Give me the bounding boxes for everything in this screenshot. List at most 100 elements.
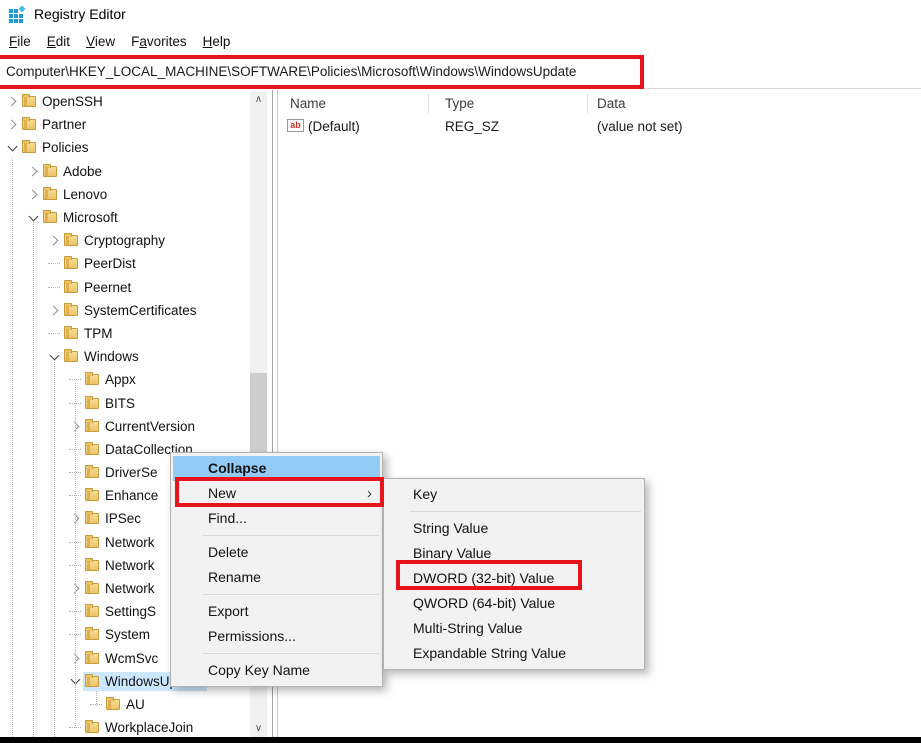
menu-bar: FileEditViewFavoritesHelp bbox=[0, 28, 921, 54]
chevron-right-icon[interactable] bbox=[69, 584, 79, 594]
context-menu-item-copy-key-name[interactable]: Copy Key Name bbox=[171, 658, 382, 683]
tree-node[interactable]: Lenovo bbox=[41, 185, 111, 204]
chevron-right-icon[interactable] bbox=[48, 305, 58, 315]
tree-node[interactable]: Peernet bbox=[62, 278, 135, 297]
folder-icon bbox=[85, 398, 99, 409]
context-menu-item-rename[interactable]: Rename bbox=[171, 565, 382, 590]
tree-node[interactable]: PeerDist bbox=[62, 254, 140, 273]
scroll-up-icon[interactable]: ∧ bbox=[250, 91, 267, 108]
context-menu-item-delete[interactable]: Delete bbox=[171, 540, 382, 565]
column-divider[interactable] bbox=[428, 93, 429, 113]
context-menu-item-find[interactable]: Find... bbox=[171, 506, 382, 531]
folder-icon bbox=[106, 699, 120, 710]
tree-node[interactable]: DriverSe bbox=[83, 463, 162, 482]
chevron-right-icon[interactable] bbox=[27, 189, 37, 199]
folder-icon bbox=[85, 676, 99, 687]
tree-node[interactable]: Windows bbox=[62, 347, 143, 366]
tree-node[interactable]: Network bbox=[83, 533, 159, 552]
folder-icon bbox=[85, 722, 99, 733]
column-header-type[interactable]: Type bbox=[445, 96, 474, 111]
submenu-item-binary-value[interactable]: Binary Value bbox=[384, 541, 644, 566]
tree-node[interactable]: Partner bbox=[20, 115, 90, 134]
chevron-down-icon[interactable] bbox=[28, 211, 38, 221]
tree-item-currentversion[interactable]: CurrentVersion bbox=[0, 415, 250, 438]
scrollbar-thumb[interactable] bbox=[250, 373, 267, 458]
folder-icon bbox=[43, 189, 57, 200]
tree-item-partner[interactable]: Partner bbox=[0, 113, 250, 136]
chevron-down-icon[interactable] bbox=[7, 142, 17, 152]
submenu-item-string-value[interactable]: String Value bbox=[384, 516, 644, 541]
tree-item-policies[interactable]: Policies bbox=[0, 136, 250, 159]
bottom-border bbox=[0, 737, 921, 743]
column-header-name[interactable]: Name bbox=[290, 96, 326, 111]
tree-node[interactable]: SettingS bbox=[83, 602, 160, 621]
chevron-right-icon[interactable] bbox=[6, 97, 16, 107]
tree-item-peerdist[interactable]: PeerDist bbox=[0, 252, 250, 275]
address-path: Computer\HKEY_LOCAL_MACHINE\SOFTWARE\Pol… bbox=[0, 64, 576, 79]
tree-node[interactable]: IPSec bbox=[83, 509, 145, 528]
submenu-item-key[interactable]: Key bbox=[384, 482, 644, 507]
column-divider[interactable] bbox=[587, 93, 588, 113]
submenu-item-dword-32-bit-value[interactable]: DWORD (32-bit) Value bbox=[384, 566, 644, 591]
chevron-right-icon[interactable] bbox=[69, 653, 79, 663]
menu-view[interactable]: View bbox=[78, 31, 123, 52]
tree-node[interactable]: Network bbox=[83, 579, 159, 598]
tree-item-au[interactable]: AU bbox=[0, 693, 250, 716]
value-cell-name[interactable]: (Default) bbox=[308, 119, 360, 134]
menu-separator bbox=[410, 511, 641, 512]
scroll-down-icon[interactable]: ∨ bbox=[250, 720, 267, 737]
tree-node[interactable]: Network bbox=[83, 556, 159, 575]
tree-node[interactable]: BITS bbox=[83, 394, 139, 413]
tree-node[interactable]: WcmSvc bbox=[83, 649, 162, 668]
tree-node[interactable]: AU bbox=[104, 695, 149, 714]
context-menu-item-collapse[interactable]: Collapse bbox=[173, 456, 380, 481]
tree-node[interactable]: WorkplaceJoin bbox=[83, 718, 197, 737]
tree-item-microsoft[interactable]: Microsoft bbox=[0, 206, 250, 229]
context-menu-item-permissions[interactable]: Permissions... bbox=[171, 624, 382, 649]
chevron-right-icon[interactable] bbox=[69, 421, 79, 431]
tree-node[interactable]: TPM bbox=[62, 324, 117, 343]
submenu-item-multi-string-value[interactable]: Multi-String Value bbox=[384, 616, 644, 641]
tree-item-tpm[interactable]: TPM bbox=[0, 322, 250, 345]
tree-node[interactable]: Appx bbox=[83, 370, 140, 389]
submenu-item-qword-64-bit-value[interactable]: QWORD (64-bit) Value bbox=[384, 591, 644, 616]
menu-help[interactable]: Help bbox=[195, 31, 239, 52]
tree-node[interactable]: SystemCertificates bbox=[62, 301, 201, 320]
window-title: Registry Editor bbox=[34, 6, 126, 22]
tree-node[interactable]: OpenSSH bbox=[20, 92, 107, 111]
tree-item-cryptography[interactable]: Cryptography bbox=[0, 229, 250, 252]
tree-item-openssh[interactable]: OpenSSH bbox=[0, 90, 250, 113]
chevron-right-icon[interactable] bbox=[27, 166, 37, 176]
tree-node[interactable]: Cryptography bbox=[62, 231, 169, 250]
chevron-right-icon[interactable] bbox=[48, 236, 58, 246]
menu-edit[interactable]: Edit bbox=[39, 31, 78, 52]
tree-item-appx[interactable]: Appx bbox=[0, 368, 250, 391]
tree-node[interactable]: System bbox=[83, 625, 154, 644]
tree-item-label: Adobe bbox=[63, 164, 102, 179]
address-bar[interactable]: Computer\HKEY_LOCAL_MACHINE\SOFTWARE\Pol… bbox=[0, 54, 921, 89]
column-header-data[interactable]: Data bbox=[597, 96, 626, 111]
folder-icon bbox=[64, 282, 78, 293]
tree-item-peernet[interactable]: Peernet bbox=[0, 276, 250, 299]
tree-node[interactable]: CurrentVersion bbox=[83, 417, 199, 436]
context-menu-item-export[interactable]: Export bbox=[171, 599, 382, 624]
submenu-item-expandable-string-value[interactable]: Expandable String Value bbox=[384, 641, 644, 666]
tree-item-label: Network bbox=[105, 581, 155, 596]
chevron-right-icon[interactable] bbox=[69, 514, 79, 524]
menu-favorites[interactable]: Favorites bbox=[123, 31, 195, 52]
tree-item-lenovo[interactable]: Lenovo bbox=[0, 183, 250, 206]
tree-item-workplacejoin[interactable]: WorkplaceJoin bbox=[0, 716, 250, 737]
chevron-down-icon[interactable] bbox=[49, 350, 59, 360]
tree-item-adobe[interactable]: Adobe bbox=[0, 160, 250, 183]
menu-file[interactable]: File bbox=[1, 31, 39, 52]
tree-node[interactable]: Adobe bbox=[41, 162, 106, 181]
tree-node[interactable]: Enhance bbox=[83, 486, 162, 505]
tree-item-bits[interactable]: BITS bbox=[0, 391, 250, 414]
tree-item-label: DriverSe bbox=[105, 465, 158, 480]
context-menu-item-new[interactable]: New› bbox=[171, 481, 382, 506]
chevron-right-icon[interactable] bbox=[6, 120, 16, 130]
tree-node[interactable]: Policies bbox=[20, 138, 93, 157]
tree-item-windows[interactable]: Windows bbox=[0, 345, 250, 368]
tree-node[interactable]: Microsoft bbox=[41, 208, 122, 227]
tree-item-systemcertificates[interactable]: SystemCertificates bbox=[0, 299, 250, 322]
